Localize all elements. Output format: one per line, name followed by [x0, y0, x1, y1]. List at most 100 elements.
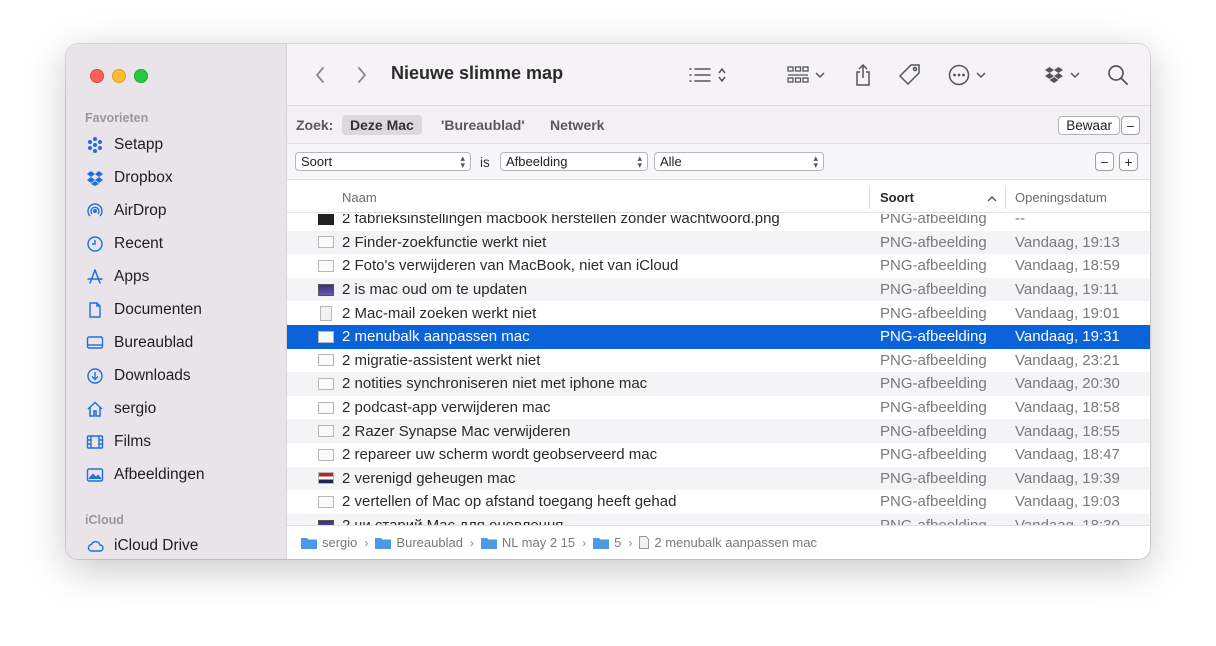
sidebar-item-apps[interactable]: Apps	[86, 265, 149, 289]
file-kind: PNG-afbeelding	[880, 214, 987, 228]
path-segment-folder[interactable]: NL may 2 15	[480, 535, 575, 550]
file-thumbnail-icon	[318, 236, 334, 249]
file-kind: PNG-afbeelding	[880, 351, 987, 369]
close-window-button[interactable]	[90, 69, 104, 83]
sidebar-item-airdrop[interactable]: AirDrop	[86, 199, 167, 223]
search-button[interactable]	[1107, 62, 1129, 88]
search-label: Zoek:	[296, 117, 334, 133]
table-row[interactable]: 2 repareer uw scherm wordt geobserveerd …	[287, 443, 1150, 467]
file-kind: PNG-afbeelding	[880, 493, 987, 511]
remove-search-button[interactable]: −	[1121, 116, 1140, 135]
table-row[interactable]: 2 podcast-app verwijderen mac PNG-afbeel…	[287, 396, 1150, 420]
sidebar-item-documents[interactable]: Documenten	[86, 298, 202, 322]
file-date: Vandaag, 19:31	[1015, 328, 1120, 346]
path-segment-label: 5	[614, 535, 622, 550]
file-date: Vandaag, 23:21	[1015, 351, 1120, 369]
file-kind: PNG-afbeelding	[880, 375, 987, 393]
toolbar: Nieuwe slimme map	[287, 44, 1150, 106]
download-icon	[86, 367, 104, 385]
table-row[interactable]: 2 notities synchroniseren niet met iphon…	[287, 372, 1150, 396]
sidebar: Favorieten Setapp Dropbox AirDrop Recent	[66, 44, 287, 559]
group-button[interactable]	[787, 62, 825, 88]
folder-icon	[301, 537, 317, 549]
file-thumbnail-icon	[318, 495, 334, 508]
share-icon	[856, 63, 870, 86]
path-segment-file[interactable]: 2 menubalk aanpassen mac	[639, 535, 817, 550]
table-row-selected[interactable]: 2 menubalk aanpassen mac PNG-afbeelding …	[287, 325, 1150, 349]
column-header: Naam Soort Openingsdatum	[287, 181, 1150, 213]
table-row[interactable]: 2 Razer Synapse Mac verwijderen PNG-afbe…	[287, 419, 1150, 443]
cloud-icon	[86, 537, 104, 555]
column-date[interactable]: Openingsdatum	[1015, 190, 1107, 205]
column-divider[interactable]	[869, 187, 870, 209]
dropbox-toolbar-button[interactable]	[1044, 62, 1080, 88]
file-name: 2 migratie-assistent werkt niet	[342, 351, 541, 369]
desktop-icon	[86, 334, 104, 352]
path-segment-subfolder[interactable]: 5	[593, 535, 621, 550]
zoom-window-button[interactable]	[134, 69, 148, 83]
scope-this-mac[interactable]: Deze Mac	[342, 115, 422, 135]
up-down-chevron-icon: ▴ ▾	[813, 153, 818, 170]
minimize-window-button[interactable]	[112, 69, 126, 83]
share-button[interactable]	[854, 62, 872, 88]
view-list-button[interactable]	[689, 62, 727, 88]
criteria-value: Afbeelding	[506, 154, 568, 169]
table-row[interactable]: 2 fabrieksinstellingen macbook herstelle…	[287, 214, 1150, 231]
file-kind: PNG-afbeelding	[880, 304, 987, 322]
sidebar-item-label: Recent	[114, 235, 164, 252]
criteria-value-popup[interactable]: Afbeelding ▴ ▾	[500, 152, 648, 171]
path-segment-desktop[interactable]: Bureaublad	[375, 535, 463, 550]
table-row[interactable]: 2 is mac oud om te updaten PNG-afbeeldin…	[287, 277, 1150, 302]
airdrop-icon	[86, 202, 104, 220]
more-actions-button[interactable]	[948, 62, 986, 88]
file-thumbnail-icon	[318, 354, 334, 367]
back-button[interactable]	[309, 63, 331, 87]
sidebar-section-favorites: Favorieten	[85, 111, 149, 125]
sidebar-item-downloads[interactable]: Downloads	[86, 364, 191, 388]
file-kind: PNG-afbeelding	[880, 446, 987, 464]
tag-button[interactable]	[898, 62, 922, 88]
criteria-attribute-popup[interactable]: Soort ▴ ▾	[295, 152, 471, 171]
remove-criteria-button[interactable]: −	[1095, 152, 1114, 171]
save-search-button[interactable]: Bewaar	[1058, 116, 1120, 135]
table-row[interactable]: 2 verenigd geheugen mac PNG-afbeelding V…	[287, 466, 1150, 491]
file-thumbnail-icon	[318, 425, 334, 438]
sidebar-item-images[interactable]: Afbeeldingen	[86, 463, 205, 487]
up-down-chevron-icon: ▴ ▾	[637, 153, 642, 170]
file-date: Vandaag, 18:55	[1015, 422, 1120, 440]
scope-desktop[interactable]: 'Bureaublad'	[433, 115, 533, 135]
table-row[interactable]: 2 Finder-zoekfunctie werkt niet PNG-afbe…	[287, 230, 1150, 255]
column-kind[interactable]: Soort	[880, 190, 914, 205]
column-divider[interactable]	[1005, 187, 1006, 209]
sidebar-item-recent[interactable]: Recent	[86, 232, 163, 256]
tag-icon	[898, 64, 920, 86]
sidebar-item-label: Dropbox	[114, 169, 173, 186]
film-icon	[86, 433, 104, 451]
sidebar-item-films[interactable]: Films	[86, 430, 151, 454]
table-row[interactable]: 2 vertellen of Mac op afstand toegang he…	[287, 490, 1150, 514]
sidebar-item-label: Films	[114, 433, 152, 450]
sidebar-item-desktop[interactable]: Bureaublad	[86, 331, 193, 355]
sidebar-item-dropbox[interactable]: Dropbox	[86, 166, 173, 190]
file-kind: PNG-afbeelding	[880, 469, 987, 487]
criteria-subvalue-popup[interactable]: Alle ▴ ▾	[654, 152, 824, 171]
sidebar-item-setapp[interactable]: Setapp	[86, 133, 163, 157]
chevron-down-icon	[976, 72, 986, 79]
sidebar-item-icloud-drive[interactable]: iCloud Drive	[86, 534, 198, 558]
sidebar-section-icloud: iCloud	[85, 513, 124, 527]
forward-button[interactable]	[351, 63, 373, 87]
table-row[interactable]: 2 Foto's verwijderen van MacBook, niet v…	[287, 254, 1150, 278]
group-grid-icon	[787, 66, 809, 83]
clock-icon	[86, 235, 104, 253]
file-thumbnail-icon	[318, 214, 334, 225]
table-row[interactable]: 2 Mac-mail zoeken werkt niet PNG-afbeeld…	[287, 301, 1150, 325]
scope-network[interactable]: Netwerk	[542, 115, 612, 135]
path-segment-home[interactable]: sergio	[301, 535, 357, 550]
table-row[interactable]: 2 migratie-assistent werkt niet PNG-afbe…	[287, 349, 1150, 373]
up-down-chevron-icon	[718, 67, 726, 83]
column-name[interactable]: Naam	[342, 190, 377, 205]
sidebar-item-label: Documenten	[114, 301, 202, 318]
sidebar-item-home[interactable]: sergio	[86, 397, 156, 421]
add-criteria-button[interactable]: +	[1119, 152, 1138, 171]
path-bar: sergio › Bureaublad › NL may 2 15 › 5 › …	[287, 525, 1150, 559]
